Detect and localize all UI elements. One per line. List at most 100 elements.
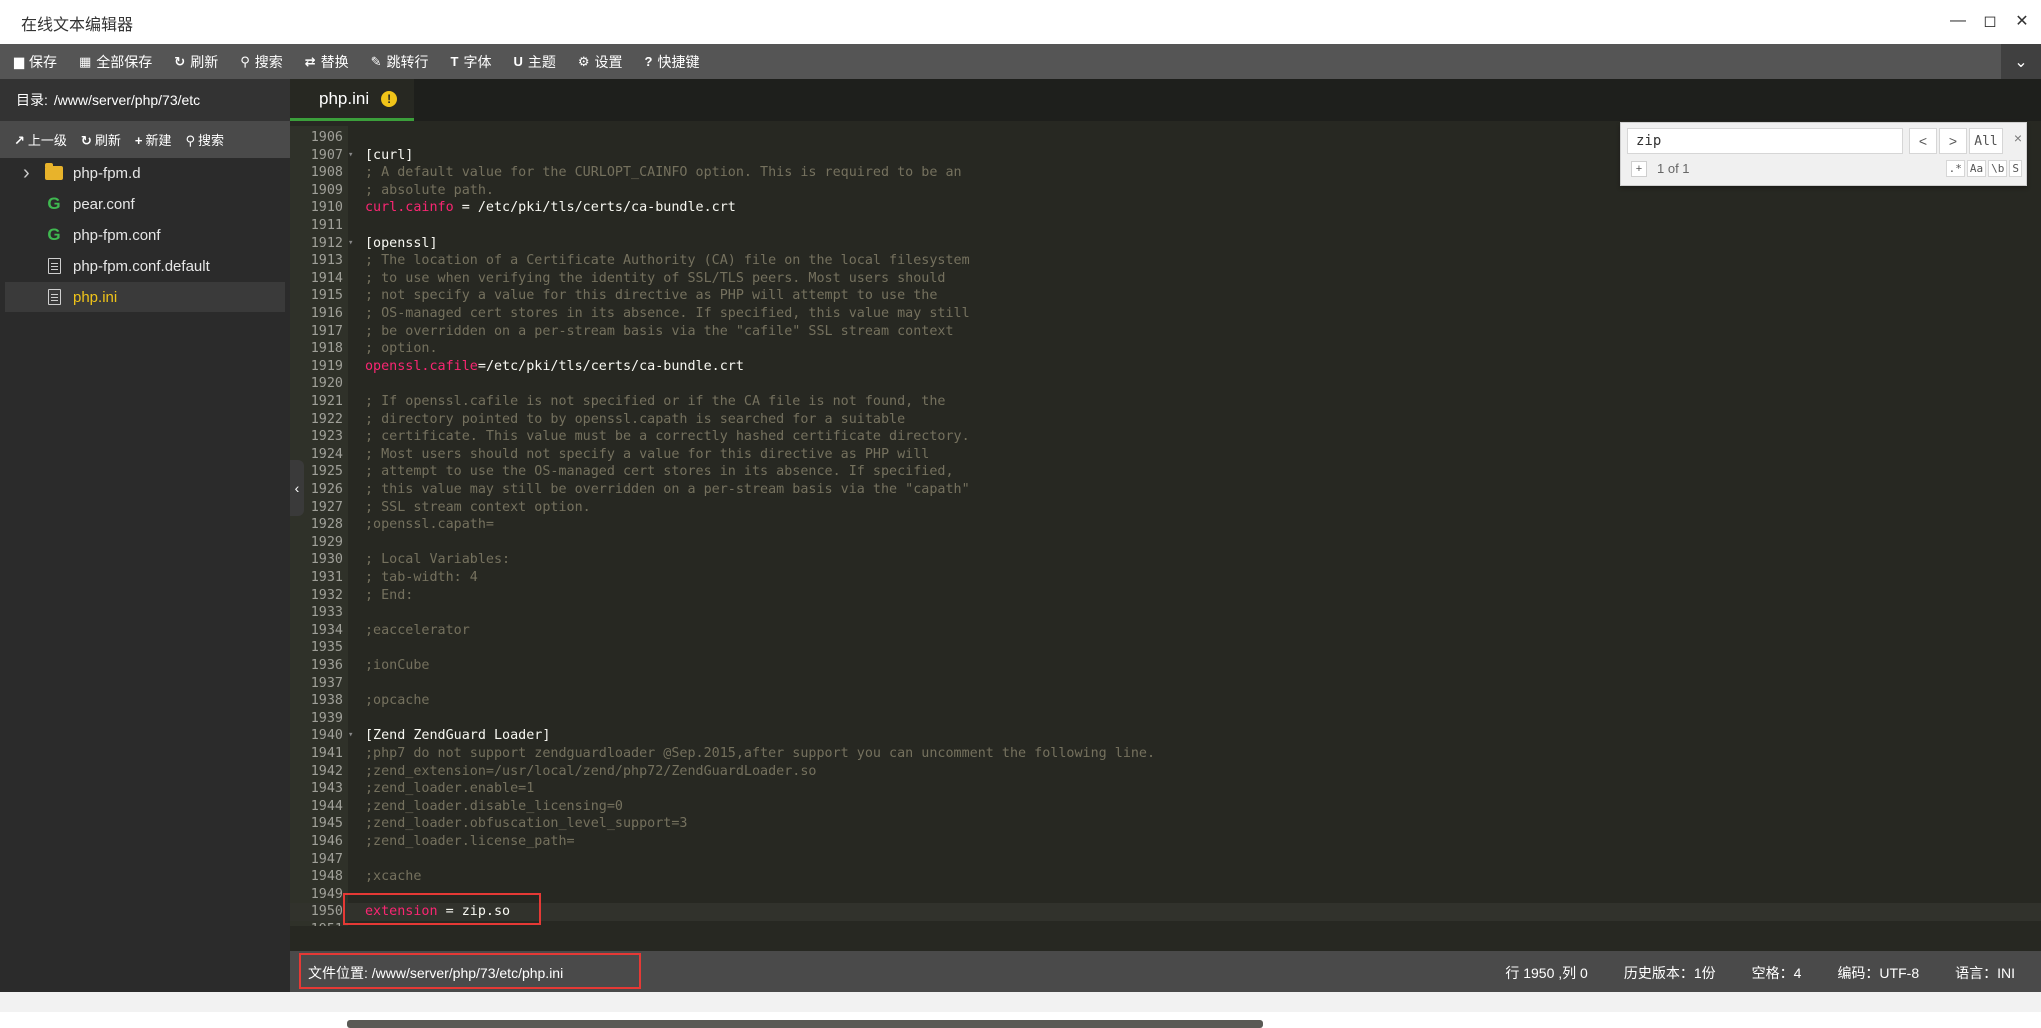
- code-line[interactable]: 1916 ; OS-managed cert stores in its abse…: [290, 305, 2041, 323]
- sidebar-action-2[interactable]: + 新建: [135, 130, 172, 149]
- code-line[interactable]: 1917 ; be overridden on a per-stream basi…: [290, 323, 2041, 341]
- code-line[interactable]: 1948 ;xcache: [290, 868, 2041, 886]
- toolbar-search-button[interactable]: ⚲ 搜索: [229, 44, 294, 79]
- code-line[interactable]: 1913 ; The location of a Certificate Auth…: [290, 252, 2041, 270]
- code-comment: ; A default value for the CURLOPT_CAINFO…: [365, 165, 962, 181]
- code-comment: ; attempt to use the OS-managed cert sto…: [365, 464, 954, 480]
- toolbar-pin-button[interactable]: ✎ 跳转行: [360, 44, 440, 79]
- code-line[interactable]: 1938 ;opcache: [290, 692, 2041, 710]
- file-tree-item[interactable]: php.ini: [5, 282, 285, 312]
- code-line[interactable]: 1941 ;php7 do not support zendguardloader…: [290, 745, 2041, 763]
- prev-match-button[interactable]: <: [1909, 128, 1937, 154]
- sidebar-action-0[interactable]: ↗ 上一级: [14, 130, 67, 149]
- search-option-toggle[interactable]: \b: [1988, 160, 2008, 177]
- line-number: 1908: [310, 165, 343, 181]
- minimize-icon[interactable]: —: [1947, 10, 1969, 32]
- fold-arrow-icon[interactable]: ▾: [348, 727, 358, 745]
- code-line[interactable]: 1947: [290, 851, 2041, 869]
- search-option-toggle[interactable]: Aa: [1966, 160, 1987, 177]
- file-tree-item[interactable]: › php-fpm.d: [5, 158, 285, 188]
- code-line[interactable]: 1950 extension = zip.so: [290, 903, 2041, 921]
- code-line[interactable]: 1914 ; to use when verifying the identity…: [290, 270, 2041, 288]
- maximize-icon[interactable]: ◻: [1979, 10, 2001, 32]
- search-input[interactable]: zip: [1627, 128, 1903, 154]
- code-line[interactable]: 1926; this value may still be overridden…: [290, 481, 2041, 499]
- find-all-button[interactable]: All: [1969, 128, 2003, 154]
- next-match-button[interactable]: >: [1939, 128, 1967, 154]
- code-line[interactable]: 1942 ;zend_extension=/usr/local/zend/php7…: [290, 763, 2041, 781]
- toolbar-save-all-button[interactable]: ▦ 全部保存: [68, 44, 163, 79]
- search-option-toggle[interactable]: .*: [1945, 160, 1965, 177]
- line-number: 1907: [310, 147, 343, 163]
- code-line[interactable]: 1951: [290, 921, 2041, 926]
- code-line[interactable]: 1912 ▾ [openssl]: [290, 235, 2041, 253]
- code-editor[interactable]: 1906 1907 ▾ [curl] 1908 ; A default value for…: [290, 126, 2041, 926]
- code-line[interactable]: 1921 ; If openssl.cafile is not specified…: [290, 393, 2041, 411]
- code-line[interactable]: 1934 ;eaccelerator: [290, 622, 2041, 640]
- encoding-setting[interactable]: 编码：UTF-8: [1837, 963, 1919, 983]
- code-line[interactable]: 1929: [290, 534, 2041, 552]
- code-line[interactable]: 1937: [290, 675, 2041, 693]
- code-line[interactable]: 1925; attempt to use the OS-managed cert…: [290, 463, 2041, 481]
- toggle-replace-button[interactable]: +: [1631, 161, 1647, 177]
- toolbar-font-button[interactable]: T 字体: [440, 44, 503, 79]
- config-file-icon: G: [47, 225, 61, 244]
- chevron-down-icon[interactable]: ⌄: [2001, 44, 2041, 79]
- code-line[interactable]: 1946 ;zend_loader.license_path=: [290, 833, 2041, 851]
- horizontal-scrollbar[interactable]: [347, 1020, 1263, 1028]
- code-line[interactable]: 1928 ;openssl.capath=: [290, 516, 2041, 534]
- toolbar-save-button[interactable]: ▆ 保存: [0, 44, 68, 79]
- code-line[interactable]: 1940 ▾ [Zend ZendGuard Loader]: [290, 727, 2041, 745]
- tab-php-ini[interactable]: php.ini !: [290, 79, 414, 121]
- chevron-right-icon[interactable]: ›: [23, 162, 39, 185]
- code-line[interactable]: 1936 ;ionCube: [290, 657, 2041, 675]
- code-line[interactable]: 1939: [290, 710, 2041, 728]
- code-line[interactable]: 1943 ;zend_loader.enable=1: [290, 780, 2041, 798]
- refresh-icon: ↻: [174, 53, 186, 69]
- code-line[interactable]: 1910 curl.cainfo = /etc/pki/tls/certs/ca-…: [290, 199, 2041, 217]
- fold-arrow-icon[interactable]: ▾: [348, 235, 358, 253]
- toolbar-theme-button[interactable]: U 主题: [503, 44, 567, 79]
- file-name: pear.conf: [73, 195, 135, 213]
- history-versions[interactable]: 历史版本：1份: [1624, 963, 1716, 983]
- code-line[interactable]: 1922 ; directory pointed to by openssl.ca…: [290, 411, 2041, 429]
- code-line[interactable]: 1915 ; not specify a value for this direc…: [290, 287, 2041, 305]
- code-line[interactable]: 1931 ; tab-width: 4: [290, 569, 2041, 587]
- code-line[interactable]: 1945 ;zend_loader.obfuscation_level_suppo…: [290, 815, 2041, 833]
- file-tree-item[interactable]: Gpear.conf: [5, 189, 285, 219]
- file-tree-item[interactable]: Gphp-fpm.conf: [5, 220, 285, 250]
- code-line[interactable]: 1924; Most users should not specify a va…: [290, 446, 2041, 464]
- search-option-toggle[interactable]: S: [2009, 160, 2022, 177]
- code-line[interactable]: 1930 ; Local Variables:: [290, 551, 2041, 569]
- code-comment: ;zend_loader.disable_licensing=0: [365, 798, 623, 814]
- code-line[interactable]: 1911: [290, 217, 2041, 235]
- code-line[interactable]: 1919 openssl.cafile=/etc/pki/tls/certs/ca…: [290, 358, 2041, 376]
- code-line[interactable]: 1933: [290, 604, 2041, 622]
- toolbar-gear-button[interactable]: ⚙ 设置: [567, 44, 634, 79]
- close-search-icon[interactable]: ×: [2014, 130, 2022, 146]
- code-line[interactable]: 1932 ; End:: [290, 587, 2041, 605]
- code-line[interactable]: 1923 ; certificate. This value must be a …: [290, 428, 2041, 446]
- line-number: 1940: [310, 728, 343, 744]
- code-line[interactable]: 1918 ; option.: [290, 340, 2041, 358]
- sidebar-collapse-toggle[interactable]: ‹: [290, 460, 304, 516]
- code-line[interactable]: 1927; SSL stream context option.: [290, 499, 2041, 517]
- indent-setting[interactable]: 空格：4: [1752, 963, 1802, 983]
- fold-arrow-icon[interactable]: ▾: [348, 147, 358, 165]
- cursor-position[interactable]: 行 1950 ,列 0: [1505, 963, 1588, 983]
- toolbar-help-button[interactable]: ? 快捷键: [634, 44, 711, 79]
- code-comment: ;ionCube: [365, 658, 430, 673]
- language-setting[interactable]: 语言：INI: [1955, 963, 2015, 983]
- code-line[interactable]: 1935: [290, 639, 2041, 657]
- code-comment: ; End:: [365, 587, 414, 603]
- code-line[interactable]: 1920: [290, 375, 2041, 393]
- toolbar-refresh-button[interactable]: ↻ 刷新: [163, 44, 229, 79]
- code-line[interactable]: 1949: [290, 886, 2041, 904]
- file-tree-item[interactable]: php-fpm.conf.default: [5, 251, 285, 281]
- close-icon[interactable]: ✕: [2011, 10, 2033, 32]
- toolbar-replace-button[interactable]: ⇄ 替换: [294, 44, 360, 79]
- code-line[interactable]: 1944 ;zend_loader.disable_licensing=0: [290, 798, 2041, 816]
- sidebar-action-1[interactable]: ↻ 刷新: [81, 130, 121, 149]
- save-icon: ▆: [14, 53, 24, 69]
- sidebar-action-3[interactable]: ⚲ 搜索: [185, 130, 224, 149]
